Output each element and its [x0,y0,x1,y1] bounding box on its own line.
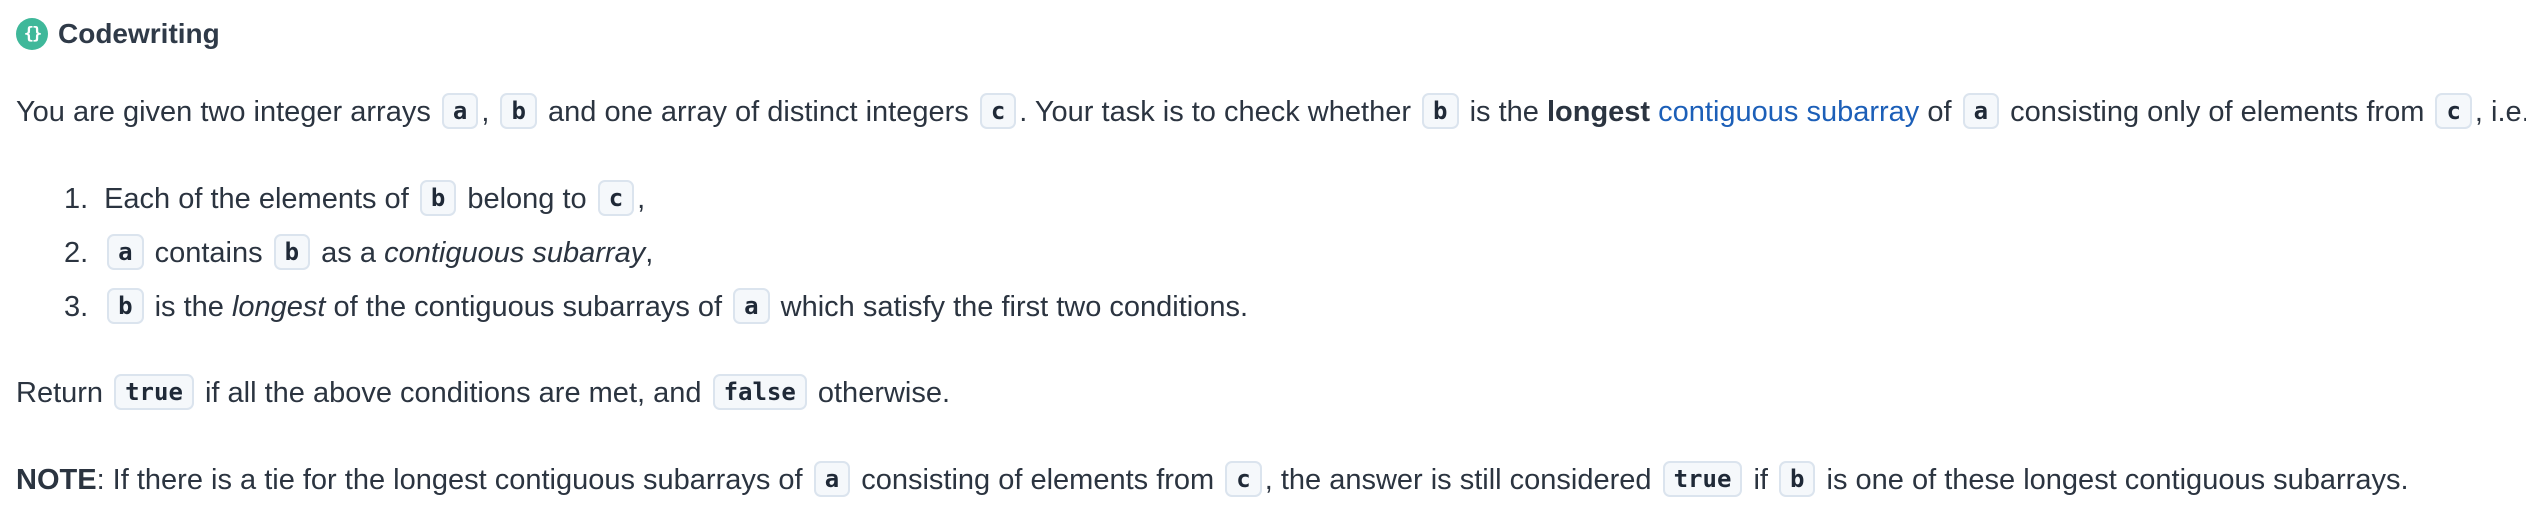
code-c: c [1225,461,1262,497]
list-item: 2. a contains b as a contiguous subarray… [64,233,653,273]
code-b: b [1422,93,1459,129]
text: , [637,183,646,215]
code-b: b [273,234,311,270]
list-item: 1. Each of the elements of b belong to c… [64,179,645,219]
text: , i.e. [2474,96,2526,128]
text: is the [1469,96,1539,128]
note-paragraph: NOTE: If there is a tie for the longest … [16,460,2409,500]
text: contains [154,237,263,269]
text: . Your task is to check whether [1019,96,1411,128]
text: Return [16,377,104,409]
text: Each of the elements of [104,183,409,215]
text: consisting of elements from [861,464,1215,496]
text: of [1927,96,1952,128]
text: , [481,96,490,128]
text: consisting only of elements from [2010,96,2425,128]
emphasis: contiguous subarray [384,237,646,269]
text: otherwise. [817,377,951,409]
code-a: a [733,288,770,324]
contiguous-subarray-link[interactable]: contiguous subarray [1658,96,1919,128]
text: belong to [467,183,587,215]
text: if all the above conditions are met, and [204,377,702,409]
code-false: false [712,374,807,410]
note-label: NOTE [16,464,97,496]
code-true: true [114,374,194,410]
task-description-panel: {} Codewriting You are given two integer… [0,0,2526,528]
list-number: 2. [64,237,89,269]
code-b: b [107,288,144,324]
code-c: c [2435,93,2472,129]
text: if [1753,464,1768,496]
codewriting-logo-icon: {} [16,18,48,50]
code-b: b [500,93,537,129]
header: {} Codewriting [16,18,220,50]
list-number: 1. [64,183,89,215]
text: is the [154,291,224,323]
text: is one of these longest contiguous subar… [1826,464,2409,496]
emphasis: longest [231,291,326,323]
code-b: b [1779,461,1816,497]
list-number: 3. [64,291,89,323]
code-a: a [107,234,144,270]
text: as a [321,237,376,269]
text: , the answer is still considered [1264,464,1652,496]
text: , [645,237,654,269]
description-paragraph: You are given two integer arrays a, b an… [16,92,2526,132]
code-true: true [1662,461,1743,497]
section-title: Codewriting [58,18,220,49]
text: You are given two integer arrays [16,96,431,128]
return-paragraph: Return true if all the above conditions … [16,373,950,413]
code-c: c [979,93,1017,129]
text: : If there is a tie for the longest cont… [96,464,803,496]
text: of the contiguous subarrays of [333,291,723,323]
code-a: a [441,93,479,129]
code-a: a [1962,93,2000,129]
bold-longest: longest [1546,96,1651,128]
text: and one array of distinct integers [548,96,969,128]
text: which satisfy the first two conditions. [780,291,1249,323]
code-a: a [813,461,851,497]
code-c: c [597,180,635,216]
code-b: b [419,180,457,216]
list-item: 3. b is the longest of the contiguous su… [64,287,1248,327]
